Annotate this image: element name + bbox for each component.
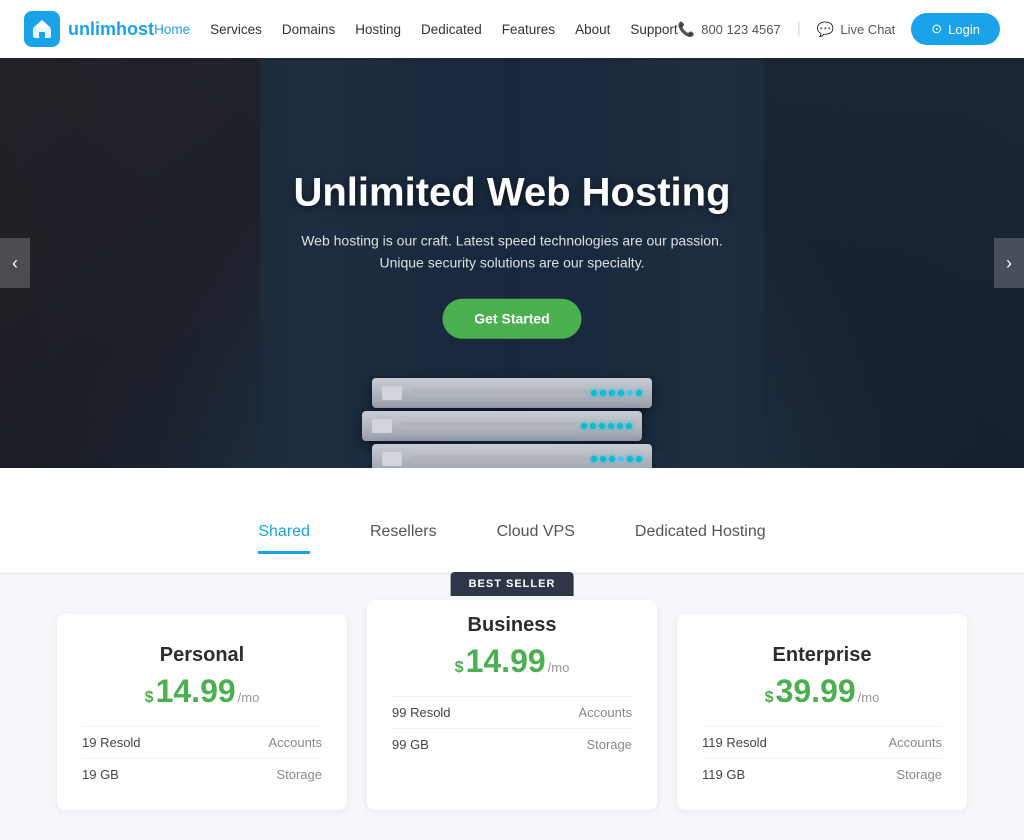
feature-enterprise-storage: 119 GB Storage — [702, 758, 942, 790]
tab-shared[interactable]: Shared — [258, 523, 310, 553]
tab-dedicated[interactable]: Dedicated Hosting — [635, 523, 766, 553]
header-right: 📞 800 123 4567 | 💬 Live Chat ⊙ Login — [678, 13, 1000, 45]
feature-enterprise-accounts: 119 Resold Accounts — [702, 726, 942, 758]
feature-storage-label-enterprise: Storage — [896, 767, 942, 782]
feature-accounts-label-enterprise: Accounts — [889, 735, 942, 750]
nav-services[interactable]: Services — [210, 22, 262, 37]
feature-personal-accounts: 19 Resold Accounts — [82, 726, 322, 758]
price-period-enterprise: /mo — [858, 690, 880, 705]
nav-dedicated[interactable]: Dedicated — [421, 22, 482, 37]
price-dollar-business: $ — [455, 659, 464, 677]
logo[interactable]: unlimhost — [24, 11, 154, 47]
pricing-section: Personal $ 14.99 /mo 19 Resold Accounts … — [0, 574, 1024, 840]
nav-features[interactable]: Features — [502, 22, 555, 37]
card-price-enterprise: $ 39.99 /mo — [702, 673, 942, 710]
chat-label: Live Chat — [840, 22, 895, 37]
price-amount-personal: 14.99 — [156, 673, 236, 710]
feature-accounts-value-business: 99 Resold — [392, 705, 451, 720]
nav-about[interactable]: About — [575, 22, 610, 37]
hero-server — [362, 378, 662, 468]
pricing-cards: Personal $ 14.99 /mo 19 Resold Accounts … — [30, 614, 994, 810]
login-button[interactable]: ⊙ Login — [911, 13, 1000, 45]
divider: | — [797, 20, 801, 38]
hero-subtitle: Web hosting is our craft. Latest speed t… — [293, 230, 730, 275]
main-nav: Home Services Domains Hosting Dedicated … — [154, 22, 678, 37]
phone-icon: 📞 — [678, 21, 695, 38]
feature-storage-value-enterprise: 119 GB — [702, 767, 745, 782]
hero-section: Unlimited Web Hosting Web hosting is our… — [0, 58, 1024, 468]
tab-resellers[interactable]: Resellers — [370, 523, 437, 553]
feature-accounts-value-enterprise: 119 Resold — [702, 735, 767, 750]
hero-arrow-right[interactable]: › — [994, 238, 1024, 288]
best-seller-badge: Best Seller — [451, 572, 574, 596]
hero-content: Unlimited Web Hosting Web hosting is our… — [293, 171, 730, 339]
chat-link[interactable]: 💬 Live Chat — [817, 21, 895, 38]
feature-storage-label-personal: Storage — [276, 767, 322, 782]
chat-icon: 💬 — [817, 21, 834, 38]
card-title-personal: Personal — [82, 644, 322, 667]
feature-accounts-value-personal: 19 Resold — [82, 735, 141, 750]
hosting-tabs: Shared Resellers Cloud VPS Dedicated Hos… — [0, 468, 1024, 574]
pricing-card-personal: Personal $ 14.99 /mo 19 Resold Accounts … — [57, 614, 347, 810]
logo-text: unlimhost — [68, 19, 154, 40]
pricing-card-enterprise: Enterprise $ 39.99 /mo 119 Resold Accoun… — [677, 614, 967, 810]
feature-accounts-label-personal: Accounts — [269, 735, 322, 750]
header: unlimhost Home Services Domains Hosting … — [0, 0, 1024, 58]
feature-storage-value-personal: 19 GB — [82, 767, 119, 782]
price-dollar-enterprise: $ — [765, 689, 774, 707]
phone-link[interactable]: 📞 800 123 4567 — [678, 21, 781, 38]
price-period-personal: /mo — [238, 690, 260, 705]
nav-home[interactable]: Home — [154, 22, 190, 37]
feature-personal-storage: 19 GB Storage — [82, 758, 322, 790]
get-started-button[interactable]: Get Started — [442, 299, 581, 339]
hero-title: Unlimited Web Hosting — [293, 171, 730, 216]
feature-business-storage: 99 GB Storage — [392, 728, 632, 760]
nav-support[interactable]: Support — [630, 22, 677, 37]
price-amount-enterprise: 39.99 — [776, 673, 856, 710]
card-price-business: $ 14.99 /mo — [392, 643, 632, 680]
nav-domains[interactable]: Domains — [282, 22, 335, 37]
tab-cloud-vps[interactable]: Cloud VPS — [497, 523, 575, 553]
phone-number: 800 123 4567 — [701, 22, 781, 37]
price-amount-business: 14.99 — [466, 643, 546, 680]
hero-arrow-left[interactable]: ‹ — [0, 238, 30, 288]
card-title-business: Business — [392, 614, 632, 637]
pricing-card-business: Best Seller Business $ 14.99 /mo 99 Reso… — [367, 600, 657, 810]
card-price-personal: $ 14.99 /mo — [82, 673, 322, 710]
price-period-business: /mo — [548, 660, 570, 675]
feature-business-accounts: 99 Resold Accounts — [392, 696, 632, 728]
logo-icon — [24, 11, 60, 47]
nav-hosting[interactable]: Hosting — [355, 22, 401, 37]
price-dollar-personal: $ — [145, 689, 154, 707]
login-icon: ⊙ — [931, 21, 942, 37]
feature-accounts-label-business: Accounts — [579, 705, 632, 720]
card-title-enterprise: Enterprise — [702, 644, 942, 667]
